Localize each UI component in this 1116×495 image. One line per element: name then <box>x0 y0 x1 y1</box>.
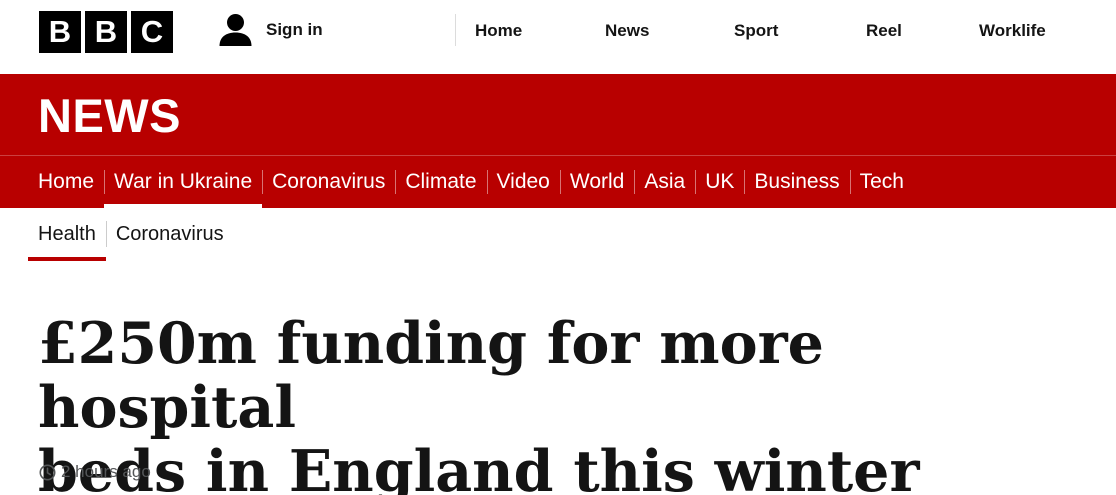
section-nav-world[interactable]: World <box>559 156 634 208</box>
section-nav-coronavirus[interactable]: Coronavirus <box>262 156 395 208</box>
section-nav-war-in-ukraine[interactable]: War in Ukraine <box>104 156 263 209</box>
top-nav-worklife[interactable]: Worklife <box>952 0 1070 62</box>
sub-nav-health[interactable]: Health <box>28 209 106 261</box>
bbc-logo[interactable]: B B C <box>39 11 173 53</box>
sub-nav: Health Coronavirus <box>28 208 234 261</box>
section-nav-home[interactable]: Home <box>28 156 104 208</box>
section-nav-climate[interactable]: Climate <box>395 156 486 208</box>
sub-nav-coronavirus[interactable]: Coronavirus <box>105 209 234 259</box>
top-nav-sport[interactable]: Sport <box>704 0 837 62</box>
user-icon <box>219 13 252 46</box>
top-nav-home[interactable]: Home <box>456 0 574 62</box>
clock-icon <box>39 464 56 480</box>
timestamp-label: 2 hours ago <box>61 462 151 481</box>
top-nav-reel[interactable]: Reel <box>837 0 952 62</box>
section-nav-asia[interactable]: Asia <box>634 156 695 208</box>
top-nav-news[interactable]: News <box>574 0 704 62</box>
headline-line-1: £250m funding for more hospital <box>38 310 824 441</box>
top-nav: Home News Sport Reel Worklife <box>456 0 1070 62</box>
bbc-logo-letter-c: C <box>131 11 173 53</box>
bbc-logo-letter-b2: B <box>85 11 127 53</box>
article-headline: £250m funding for more hospital beds in … <box>38 312 1078 495</box>
headline-line-2: beds in England this winter <box>38 438 920 495</box>
global-header: B B C Sign in Home News Sport Reel Workl… <box>0 0 1116 74</box>
section-nav-business[interactable]: Business <box>744 156 849 208</box>
news-logo[interactable]: NEWS <box>38 88 181 143</box>
section-nav: Home War in Ukraine Coronavirus Climate … <box>0 155 1116 209</box>
section-nav-uk[interactable]: UK <box>695 156 744 208</box>
bbc-logo-letter-b1: B <box>39 11 81 53</box>
section-nav-video[interactable]: Video <box>486 156 560 208</box>
article-timestamp: 2 hours ago <box>39 462 151 482</box>
sign-in-label: Sign in <box>266 20 323 39</box>
section-nav-tech[interactable]: Tech <box>849 156 914 208</box>
sign-in-button[interactable]: Sign in <box>218 12 323 48</box>
